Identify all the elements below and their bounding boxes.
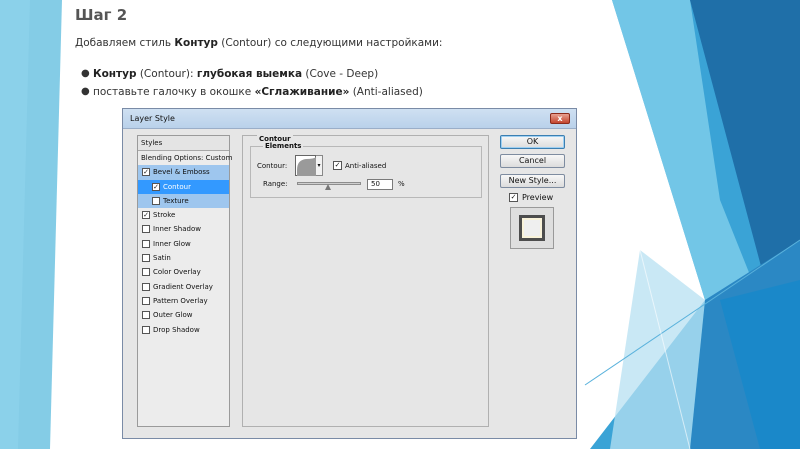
style-item-label: Pattern Overlay bbox=[153, 296, 208, 305]
style-item-label: Gradient Overlay bbox=[153, 282, 213, 291]
bullet-list: ● Контур (Contour): глубокая выемка (Cov… bbox=[81, 67, 423, 103]
checkbox-inner-glow[interactable] bbox=[142, 239, 150, 248]
style-item-inner-glow[interactable]: Inner Glow bbox=[138, 237, 229, 251]
checkbox-bevel-emboss[interactable]: ✓ bbox=[142, 168, 150, 177]
checkbox-satin[interactable] bbox=[142, 254, 150, 263]
styles-header[interactable]: Styles bbox=[138, 136, 229, 151]
style-item-label: Outer Glow bbox=[153, 311, 193, 320]
bullet-dot: ● bbox=[81, 68, 90, 79]
ok-button[interactable]: OK bbox=[500, 135, 565, 149]
style-item-label: Texture bbox=[163, 196, 189, 205]
checkbox-gradient-overlay[interactable] bbox=[142, 282, 150, 291]
intro-prefix: Добавляем стиль bbox=[75, 37, 175, 49]
style-item-drop-shadow[interactable]: Drop Shadow bbox=[138, 323, 229, 337]
checkbox-color-overlay[interactable] bbox=[142, 268, 150, 277]
checkbox-stroke[interactable]: ✓ bbox=[142, 211, 150, 220]
range-label: Range: bbox=[263, 180, 288, 188]
style-item-inner-shadow[interactable]: Inner Shadow bbox=[138, 222, 229, 236]
style-item-satin[interactable]: Satin bbox=[138, 251, 229, 265]
range-unit: % bbox=[398, 180, 405, 188]
contour-picker[interactable] bbox=[295, 155, 316, 176]
bullet-dot: ● bbox=[81, 86, 90, 97]
bullet2-bold: «Сглаживание» bbox=[254, 86, 350, 98]
bullet1-bold1: Контур bbox=[93, 68, 137, 80]
bullet2-prefix: поставьте галочку в окошке bbox=[93, 86, 255, 98]
contour-label: Contour: bbox=[257, 162, 288, 170]
new-style-button[interactable]: New Style... bbox=[500, 174, 565, 188]
dialog-titlebar[interactable]: Layer Style x bbox=[123, 109, 576, 129]
style-item-texture[interactable]: Texture bbox=[138, 193, 229, 209]
bullet1-mid: (Contour): bbox=[136, 68, 197, 80]
checkbox-texture[interactable] bbox=[152, 196, 160, 205]
checkbox-pattern-overlay[interactable] bbox=[142, 296, 150, 305]
style-item-label: Blending Options: Custom bbox=[141, 154, 233, 162]
style-item-label: Inner Shadow bbox=[153, 225, 201, 234]
elements-group-title: Elements bbox=[263, 142, 304, 150]
dialog-title: Layer Style bbox=[130, 114, 175, 123]
style-item-color-overlay[interactable]: Color Overlay bbox=[138, 265, 229, 279]
preview-checkbox[interactable]: ✓ bbox=[509, 193, 518, 202]
cancel-button[interactable]: Cancel bbox=[500, 154, 565, 168]
style-item-contour[interactable]: ✓ Contour bbox=[138, 179, 229, 194]
style-preview bbox=[510, 207, 554, 249]
anti-aliased-checkbox[interactable]: ✓ bbox=[333, 161, 342, 170]
style-item-outer-glow[interactable]: Outer Glow bbox=[138, 308, 229, 322]
bullet1-suffix: (Cove - Deep) bbox=[302, 68, 379, 80]
style-item-bevel-emboss[interactable]: ✓ Bevel & Emboss bbox=[138, 165, 229, 180]
range-slider-thumb[interactable] bbox=[325, 184, 331, 190]
styles-list: Styles Blending Options: Custom ✓ Bevel &… bbox=[137, 135, 233, 427]
bullet1-bold2: глубокая выемка bbox=[196, 68, 303, 80]
style-item-label: Stroke bbox=[153, 211, 176, 220]
bullet-item: ● Контур (Contour): глубокая выемка (Cov… bbox=[81, 67, 423, 85]
checkbox-contour[interactable]: ✓ bbox=[152, 182, 160, 191]
checkbox-inner-shadow[interactable] bbox=[142, 225, 150, 234]
preview-swatch bbox=[519, 215, 545, 241]
elements-group: Elements Contour: ▾ ✓ Anti-aliased Range… bbox=[250, 142, 482, 198]
slide-title: Шаг 2 bbox=[75, 6, 128, 24]
style-item-pattern-overlay[interactable]: Pattern Overlay bbox=[138, 294, 229, 308]
style-item-label: Drop Shadow bbox=[153, 325, 200, 334]
close-button[interactable]: x bbox=[550, 113, 570, 124]
bullet-item: ● поставьте галочку в окошке «Сглаживани… bbox=[81, 85, 423, 103]
intro-bold: Контур bbox=[174, 37, 218, 49]
checkbox-drop-shadow[interactable] bbox=[142, 325, 150, 334]
style-item-label: Inner Glow bbox=[153, 239, 191, 248]
range-input[interactable]: 50 bbox=[367, 179, 393, 190]
bullet2-suffix: (Anti-aliased) bbox=[349, 86, 423, 98]
chevron-down-icon[interactable]: ▾ bbox=[316, 155, 323, 176]
contour-group: Contour Elements Contour: ▾ ✓ Anti-alias… bbox=[242, 135, 489, 427]
style-item-label: Color Overlay bbox=[153, 268, 201, 277]
style-item-stroke[interactable]: ✓ Stroke bbox=[138, 208, 229, 222]
intro-suffix: (Contour) со следующими настройками: bbox=[217, 37, 443, 49]
style-item-gradient-overlay[interactable]: Gradient Overlay bbox=[138, 280, 229, 294]
style-item-blending-options[interactable]: Blending Options: Custom bbox=[138, 151, 233, 165]
slide-intro: Добавляем стиль Контур (Contour) со след… bbox=[75, 37, 442, 49]
style-item-label: Bevel & Emboss bbox=[153, 168, 210, 177]
layer-style-dialog: Layer Style x Styles Blending Options: C… bbox=[122, 108, 577, 439]
style-item-label: Satin bbox=[153, 254, 171, 263]
style-item-label: Contour bbox=[163, 182, 191, 191]
contour-curve-icon bbox=[297, 157, 316, 176]
anti-aliased-label: Anti-aliased bbox=[345, 162, 387, 170]
checkbox-outer-glow[interactable] bbox=[142, 311, 150, 320]
preview-label: Preview bbox=[522, 193, 554, 202]
